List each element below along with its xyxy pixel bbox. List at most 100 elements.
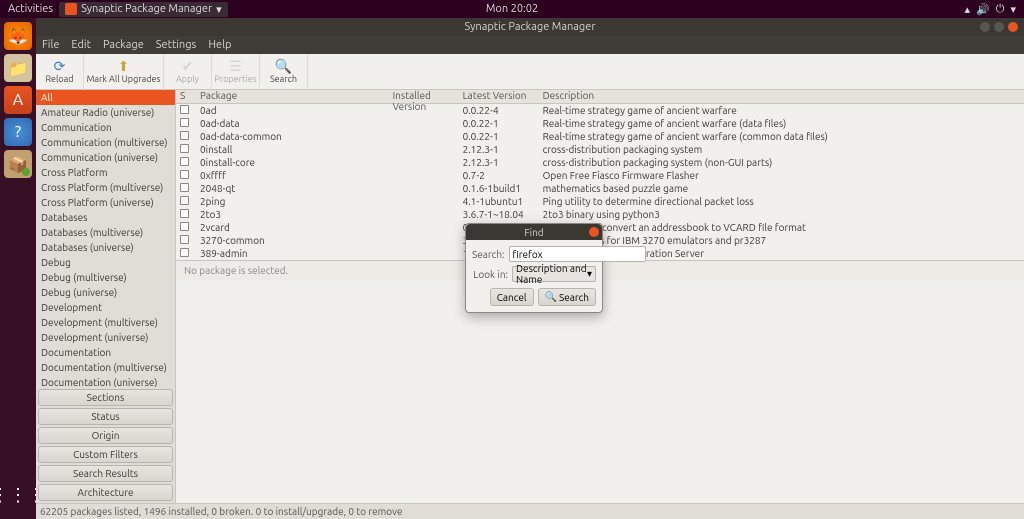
package-row[interactable]: 0install2.12.3-1cross-distribution packa… [176,143,1024,156]
category-item[interactable]: Communication [36,120,175,135]
category-item[interactable]: Communication (universe) [36,150,175,165]
search-results-button[interactable]: Search Results [38,465,173,482]
dock: 🦊 📁 A ? 📦 ⋮⋮⋮ [0,18,36,519]
category-item[interactable]: Amateur Radio (universe) [36,105,175,120]
package-row[interactable]: 0ad0.0.22-4Real-time strategy game of an… [176,104,1024,117]
package-checkbox[interactable] [176,105,196,116]
maximize-button[interactable] [994,22,1004,32]
package-checkbox[interactable] [176,118,196,129]
menu-help[interactable]: Help [208,39,231,51]
category-item[interactable]: Debug (multiverse) [36,270,175,285]
close-button[interactable] [1008,22,1018,32]
find-close-button[interactable] [589,227,599,237]
sidebar: AllAmateur Radio (universe)Communication… [36,90,176,503]
package-checkbox[interactable] [176,209,196,220]
category-item[interactable]: Documentation [36,345,175,360]
col-package[interactable]: Package [196,90,393,103]
package-latest-version: 0.0.22-4 [463,105,543,116]
menu-settings[interactable]: Settings [156,39,197,51]
package-checkbox[interactable] [176,144,196,155]
files-launcher-icon[interactable]: 📁 [4,54,32,82]
package-row[interactable]: 0ad-data-common0.0.22-1Real-time strateg… [176,130,1024,143]
package-description: mathematics based puzzle game [543,183,1024,194]
package-latest-version: 2.12.3-1 [463,157,543,168]
menu-edit[interactable]: Edit [71,39,91,51]
package-name: 2to3 [196,209,393,220]
category-item[interactable]: Cross Platform (multiverse) [36,180,175,195]
software-launcher-icon[interactable]: A [4,86,32,114]
origin-button[interactable]: Origin [38,427,173,444]
package-name: 3270-common [196,235,393,246]
package-checkbox[interactable] [176,196,196,207]
activities-button[interactable]: Activities [8,3,53,15]
package-name: 0install [196,144,393,155]
package-row[interactable]: 2ping4.1-1ubuntu1Ping utility to determi… [176,195,1024,208]
category-item[interactable]: Databases (multiverse) [36,225,175,240]
power-icon[interactable]: ⏻ [996,3,1005,16]
category-item[interactable]: Development (multiverse) [36,315,175,330]
col-latest[interactable]: Latest Version [463,90,543,103]
category-item[interactable]: Debug (universe) [36,285,175,300]
volume-icon[interactable]: 🔊 [976,3,990,16]
category-item[interactable]: Debug [36,255,175,270]
minimize-button[interactable] [980,22,990,32]
category-item[interactable]: Databases [36,210,175,225]
properties-icon: ☰ [229,59,242,73]
category-item[interactable]: Documentation (universe) [36,375,175,387]
package-row[interactable]: 2048-qt0.1.6-1build1mathematics based pu… [176,182,1024,195]
show-apps-icon[interactable]: ⋮⋮⋮ [4,481,32,509]
find-lookin-select[interactable]: Description and Name ▾ [512,266,596,282]
statusbar: 62205 packages listed, 1496 installed, 0… [36,503,1024,519]
category-item[interactable]: All [36,90,175,105]
category-item[interactable]: Cross Platform [36,165,175,180]
network-icon[interactable]: ▴ [965,3,971,16]
toolbar: ⟳Reload ⬆Mark All Upgrades ✔Apply ☰Prope… [36,54,1024,90]
find-cancel-button[interactable]: Cancel [490,288,534,306]
search-icon: 🔍 [545,291,557,303]
help-launcher-icon[interactable]: ? [4,118,32,146]
category-item[interactable]: Documentation (multiverse) [36,360,175,375]
window-title: Synaptic Package Manager [465,21,596,33]
package-row[interactable]: 0xffff0.7-2Open Free Fiasco Firmware Fla… [176,169,1024,182]
col-description[interactable]: Description [543,90,1024,103]
sections-button[interactable]: Sections [38,389,173,406]
category-item[interactable]: Communication (multiverse) [36,135,175,150]
architecture-button[interactable]: Architecture [38,484,173,501]
mark-all-upgrades-button[interactable]: ⬆Mark All Upgrades [84,54,164,90]
reload-button[interactable]: ⟳Reload [36,54,84,90]
category-item[interactable]: Development [36,300,175,315]
package-name: 2vcard [196,222,393,233]
package-checkbox[interactable] [176,170,196,181]
category-item[interactable]: Databases (universe) [36,240,175,255]
clock[interactable]: Mon 20:02 [486,3,538,15]
package-latest-version: 0.0.22-1 [463,131,543,142]
category-item[interactable]: Cross Platform (universe) [36,195,175,210]
package-checkbox[interactable] [176,248,196,259]
package-row[interactable]: 0install-core2.12.3-1cross-distribution … [176,156,1024,169]
firefox-launcher-icon[interactable]: 🦊 [4,22,32,50]
package-row[interactable]: 0ad-data0.0.22-1Real-time strategy game … [176,117,1024,130]
app-menu[interactable]: Synaptic Package Manager ▾ [59,2,228,17]
package-checkbox[interactable] [176,235,196,246]
package-checkbox[interactable] [176,157,196,168]
search-icon: 🔍 [275,59,292,73]
package-checkbox[interactable] [176,131,196,142]
find-search-input[interactable] [509,246,646,262]
package-description: Open Free Fiasco Firmware Flasher [543,170,1024,181]
col-installed[interactable]: Installed Version [393,90,463,103]
custom-filters-button[interactable]: Custom Filters [38,446,173,463]
col-status[interactable]: S [176,90,196,103]
category-item[interactable]: Development (universe) [36,330,175,345]
package-checkbox[interactable] [176,183,196,194]
package-checkbox[interactable] [176,222,196,233]
menu-file[interactable]: File [42,39,59,51]
package-row[interactable]: 2to33.6.7-1~18.042to3 binary using pytho… [176,208,1024,221]
menu-package[interactable]: Package [103,39,144,51]
search-button[interactable]: 🔍Search [260,54,308,90]
chevron-down-icon[interactable]: ▾ [1010,3,1016,16]
category-list[interactable]: AllAmateur Radio (universe)Communication… [36,90,175,387]
status-button[interactable]: Status [38,408,173,425]
find-search-button[interactable]: 🔍Search [538,288,597,306]
app-menu-label: Synaptic Package Manager [81,3,212,15]
synaptic-launcher-icon[interactable]: 📦 [4,150,32,178]
